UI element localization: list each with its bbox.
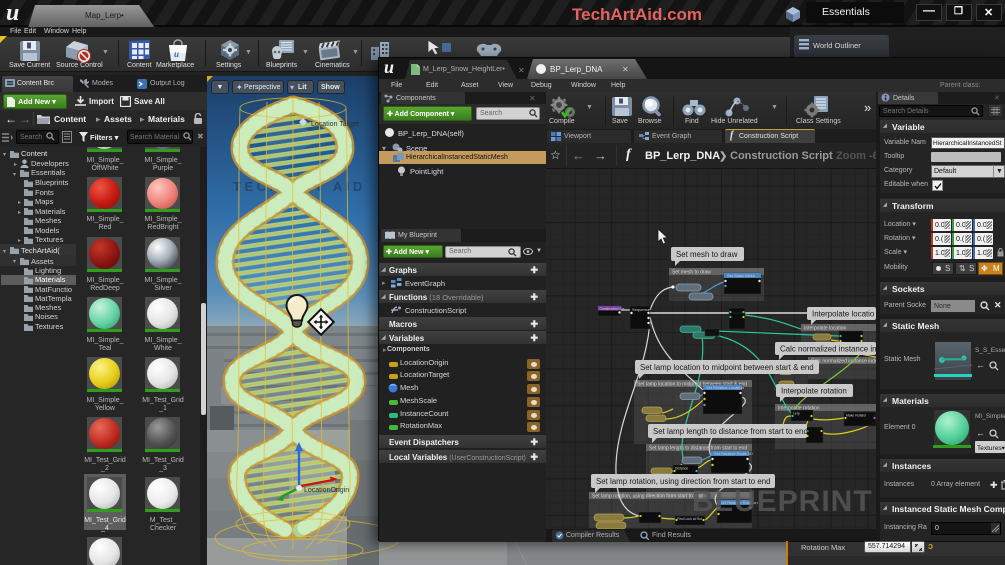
svg-text:LocationOrigin: LocationOrigin: [304, 487, 349, 494]
svg-text:BLUEPRINT: BLUEPRINT: [692, 485, 873, 518]
svg-text:Set Static Mesh: Set Static Mesh: [727, 273, 755, 278]
svg-text:Set Relative Location: Set Relative Location: [706, 385, 744, 390]
svg-text:Make Rotator: Make Rotator: [846, 414, 867, 418]
svg-text:Location Target: Location Target: [311, 121, 359, 128]
svg-text:Set mesh to draw: Set mesh to draw: [672, 270, 711, 276]
svg-text:Set lamp location to midpoint: Set lamp location to midpoint between st…: [640, 363, 814, 372]
svg-text:Interpolate location: Interpolate location: [804, 326, 846, 332]
svg-text:Set mesh to draw: Set mesh to draw: [676, 250, 738, 259]
svg-text:Distance: Distance: [675, 467, 688, 471]
svg-text:u: u: [174, 49, 179, 59]
svg-text:Interpolate locatio: Interpolate locatio: [812, 310, 875, 319]
svg-text:Set lamp rotation, using direc: Set lamp rotation, using direction from …: [592, 494, 703, 500]
svg-text:Calc normalized instance index: Calc normalized instance index: [811, 359, 876, 365]
svg-text:Interpolate rotation: Interpolate rotation: [781, 387, 847, 396]
svg-text:Set lamp length to distance fr: Set lamp length to distance from start t…: [653, 427, 808, 436]
svg-text:Lerp: Lerp: [793, 412, 800, 416]
svg-text:Set Relative Scale 3D: Set Relative Scale 3D: [714, 451, 753, 456]
svg-text:Sequence: Sequence: [632, 307, 651, 312]
svg-text:Construction Scr: Construction Scr: [600, 307, 626, 311]
svg-text:Calc normalized instance ind: Calc normalized instance ind: [780, 345, 876, 354]
